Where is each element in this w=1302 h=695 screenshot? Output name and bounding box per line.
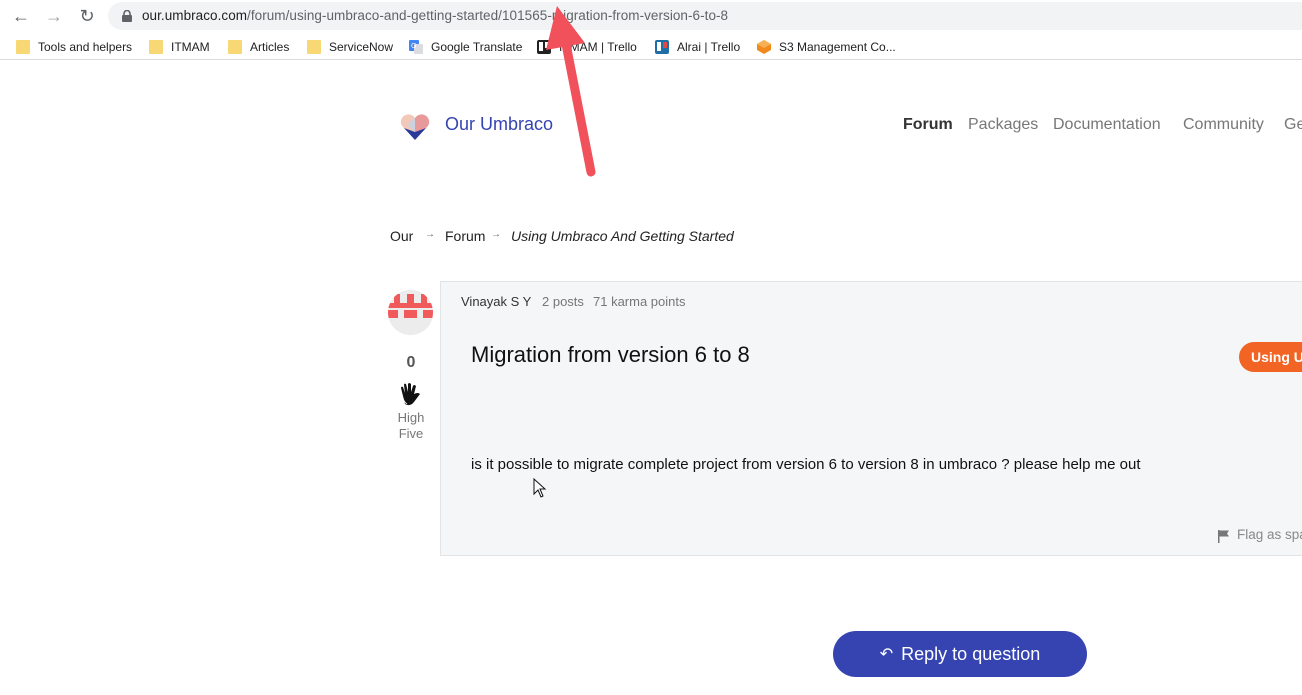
high-five-label: High Five	[397, 410, 425, 441]
high-five-count: 0	[406, 354, 416, 371]
bookmarks-bar: Tools and helpers ITMAM Articles Service…	[0, 34, 1302, 60]
folder-icon	[307, 40, 321, 54]
bookmark-label: ServiceNow	[329, 40, 394, 54]
forward-arrow-icon[interactable]: →	[43, 5, 65, 27]
folder-icon	[228, 40, 242, 54]
umbraco-heart-logo[interactable]	[400, 112, 430, 142]
reply-label: Reply to question	[901, 644, 1041, 664]
post-body: is it possible to migrate complete proje…	[471, 456, 1141, 473]
category-badge[interactable]: Using U	[1239, 342, 1302, 372]
google-translate-icon: G	[409, 40, 423, 54]
lock-icon	[122, 10, 132, 22]
forum-post: Vinayak S Y 2 posts 71 karma points Migr…	[440, 281, 1302, 556]
nav-forum[interactable]: Forum	[903, 116, 953, 134]
address-bar[interactable]: our.umbraco.com/forum/using-umbraco-and-…	[108, 2, 1302, 30]
author-post-count: 2 posts	[542, 294, 584, 309]
author-name[interactable]: Vinayak S Y	[461, 294, 531, 309]
url-text[interactable]: our.umbraco.com/forum/using-umbraco-and-…	[142, 8, 728, 23]
back-arrow-icon[interactable]: ←	[10, 5, 32, 27]
flag-icon	[1218, 530, 1229, 543]
breadcrumb-category[interactable]: Using Umbraco And Getting Started	[511, 228, 734, 244]
nav-getting-started[interactable]: Ge	[1284, 116, 1302, 134]
trello-icon	[655, 40, 669, 54]
breadcrumb-arrow-icon: →	[491, 229, 501, 240]
folder-icon	[16, 40, 30, 54]
folder-icon	[149, 40, 163, 54]
identicon-icon	[388, 290, 433, 335]
bookmark-label: Tools and helpers	[38, 40, 133, 54]
bookmark-label: Google Translate	[431, 40, 523, 54]
url-host: our.umbraco.com	[142, 8, 248, 23]
high-five-hand-icon[interactable]	[398, 382, 424, 408]
avatar[interactable]	[388, 290, 433, 335]
nav-packages[interactable]: Packages	[968, 116, 1038, 134]
site-title[interactable]: Our Umbraco	[445, 114, 553, 135]
breadcrumb-our[interactable]: Our	[390, 228, 413, 244]
breadcrumb-forum[interactable]: Forum	[445, 228, 485, 244]
svg-text:G: G	[411, 42, 416, 50]
reply-to-question-button[interactable]: ↶ Reply to question	[833, 631, 1087, 677]
browser-toolbar: ← → ↻ our.umbraco.com/forum/using-umbrac…	[0, 0, 1302, 32]
bookmark-label: ITMAM | Trello	[559, 40, 637, 54]
flag-label: Flag as spa	[1237, 527, 1302, 542]
author-karma: 71 karma points	[593, 294, 686, 309]
bookmark-label: Alrai | Trello	[677, 40, 741, 54]
mouse-cursor-icon	[533, 478, 547, 498]
breadcrumb-arrow-icon: →	[425, 229, 435, 240]
url-path: /forum/using-umbraco-and-getting-started…	[247, 8, 729, 23]
bookmark-label: Articles	[250, 40, 290, 54]
nav-documentation[interactable]: Documentation	[1053, 116, 1161, 134]
nav-community[interactable]: Community	[1183, 116, 1264, 134]
post-title: Migration from version 6 to 8	[471, 342, 750, 367]
bookmark-label: ITMAM	[171, 40, 210, 54]
reply-arrow-icon: ↶	[879, 646, 894, 663]
bookmark-label: S3 Management Co...	[779, 40, 896, 54]
reload-icon[interactable]: ↻	[76, 5, 98, 27]
aws-icon	[757, 40, 771, 54]
trello-icon	[537, 40, 551, 54]
